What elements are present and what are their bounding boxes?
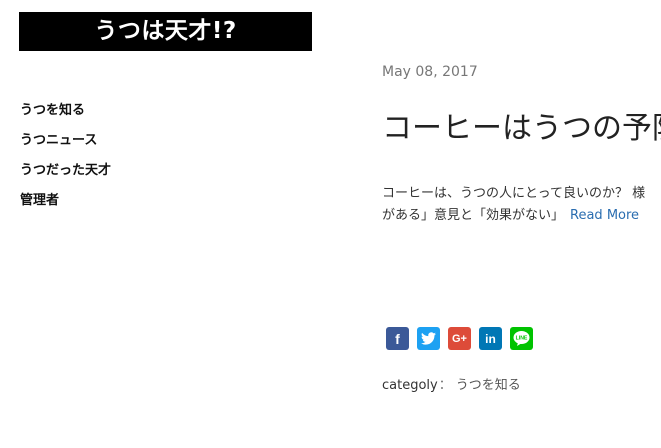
post-excerpt: コーヒーは、うつの人にとって良いのか？ 様 がある」意見と「効果がない」 Read… <box>382 183 661 227</box>
facebook-icon: f <box>395 330 400 347</box>
google-plus-share-button[interactable]: G+ <box>448 327 471 350</box>
post-date: May 08, 2017 <box>382 64 478 80</box>
google-plus-icon: G+ <box>452 332 467 345</box>
twitter-bird-icon <box>421 332 436 345</box>
category-separator: ： <box>438 378 452 393</box>
site-logo[interactable]: うつは天才!? <box>19 12 312 51</box>
category-label: categoly <box>382 378 438 393</box>
nav-item-news[interactable]: うつニュース <box>20 131 111 161</box>
excerpt-line-2-text: がある」意見と「効果がない」 <box>382 208 565 223</box>
category-link[interactable]: うつを知る <box>456 378 521 393</box>
line-icon-label: LINE <box>516 336 528 342</box>
twitter-share-button[interactable] <box>417 327 440 350</box>
sidebar-nav: うつを知る うつニュース うつだった天才 管理者 <box>20 101 111 221</box>
page: うつは天才!? うつを知る うつニュース うつだった天才 管理者 May 08,… <box>0 0 661 448</box>
post-category: categoly： うつを知る <box>382 374 521 393</box>
read-more-link[interactable]: Read More <box>570 208 639 223</box>
line-share-button[interactable]: LINE <box>510 327 533 350</box>
nav-item-admin[interactable]: 管理者 <box>20 191 111 221</box>
nav-item-geniuses[interactable]: うつだった天才 <box>20 161 111 191</box>
excerpt-line-1: コーヒーは、うつの人にとって良いのか？ 様 <box>382 186 646 201</box>
nav-item-learn[interactable]: うつを知る <box>20 101 111 131</box>
post-title[interactable]: コーヒーはうつの予防 <box>382 108 661 150</box>
linkedin-share-button[interactable]: in <box>479 327 502 350</box>
share-buttons: f G+ in LINE <box>386 327 541 350</box>
linkedin-icon: in <box>485 331 496 346</box>
excerpt-line-2: がある」意見と「効果がない」 Read More <box>382 205 661 227</box>
line-icon: LINE <box>513 331 530 346</box>
facebook-share-button[interactable]: f <box>386 327 409 350</box>
